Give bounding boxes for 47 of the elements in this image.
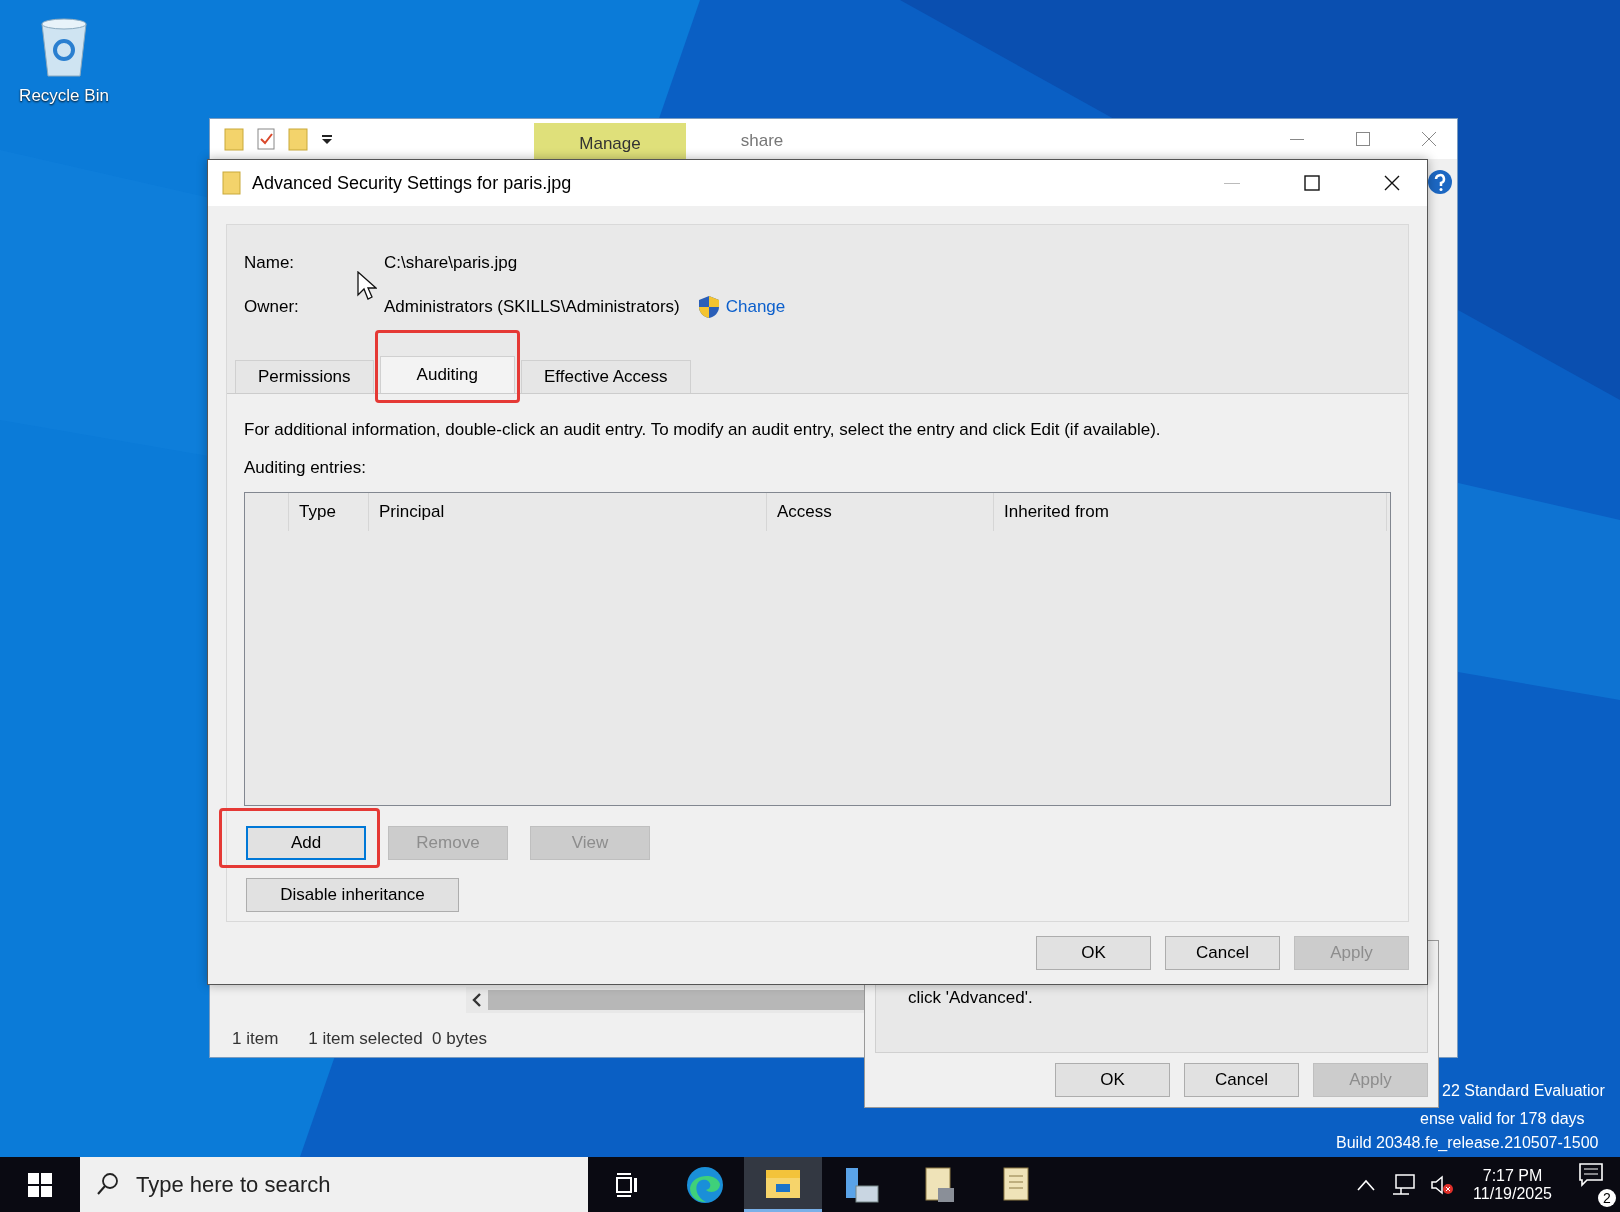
ribbon-tab[interactable]: Manage [534,123,686,159]
change-link[interactable]: Change [725,297,786,317]
instruction-text: click 'Advanced'. [908,988,1033,1007]
field-value: Administrators (SKILLS\Administrators) [384,297,680,317]
dropdown-icon[interactable] [320,132,334,146]
clock-date[interactable]: 11/19/2025 [1473,1184,1552,1203]
notifications-icon[interactable] [1579,1162,1605,1187]
audit-table[interactable]: Type Principal Access Inherited from [244,492,1391,806]
watermark-text: 22 Standard Evaluatior [1442,1082,1605,1100]
properties-icon[interactable] [256,127,278,151]
field-value: C:\share\paris.jpg [384,253,518,273]
desktop-icon-label[interactable]: Recycle Bin [19,86,109,106]
status-text: 1 item selected 0 bytes [308,1029,487,1049]
column-header[interactable]: Principal [369,493,767,531]
field-label: Name: [244,253,296,273]
tab[interactable]: Auditing [379,356,516,393]
task-view-icon [614,1171,640,1198]
info-text: For additional information, double-click an audit entry. To modify an audit entry, select the entry and click Edit (if available). [244,420,1162,440]
dialog-button[interactable]: OK [1036,936,1151,970]
notification-count: 2 [1598,1188,1616,1207]
watermark-text: ense valid for 178 days [1420,1110,1585,1128]
search-field[interactable]: Type here to search [80,1157,588,1212]
entry-button[interactable]: Add [246,826,366,860]
taskbar-app[interactable] [744,1157,822,1212]
shield-icon [697,295,720,319]
field-label: Owner: [244,297,300,317]
tab[interactable]: Permissions [235,360,374,393]
column-header[interactable]: Inherited from [994,493,1387,531]
disable-inheritance-button[interactable]: Disable inheritance [246,878,459,912]
dialog-button[interactable]: Cancel [1184,1063,1299,1097]
browser-icon [686,1165,724,1204]
help-icon[interactable] [1427,169,1453,195]
dialog-button[interactable]: OK [1055,1063,1170,1097]
clock-time[interactable]: 7:17 PM [1482,1166,1543,1185]
watermark-text: Build 20348.fe_release.210507-1500 [1336,1134,1599,1152]
dialog-button[interactable]: Cancel [1165,936,1280,970]
scroll-icon [922,1165,956,1204]
section-label: Auditing entries: [244,458,367,478]
search-icon [96,1172,120,1196]
column-header[interactable]: Type [289,493,369,531]
folder-icon [222,170,242,196]
window-title: Advanced Security Settings for paris.jpg [252,172,572,194]
tab[interactable]: Effective Access [521,360,691,393]
status-text: 1 item [232,1029,279,1049]
column-header[interactable]: Access [767,493,994,531]
mouse-cursor-icon [357,271,377,301]
ribbon-tab[interactable]: share [686,123,838,159]
